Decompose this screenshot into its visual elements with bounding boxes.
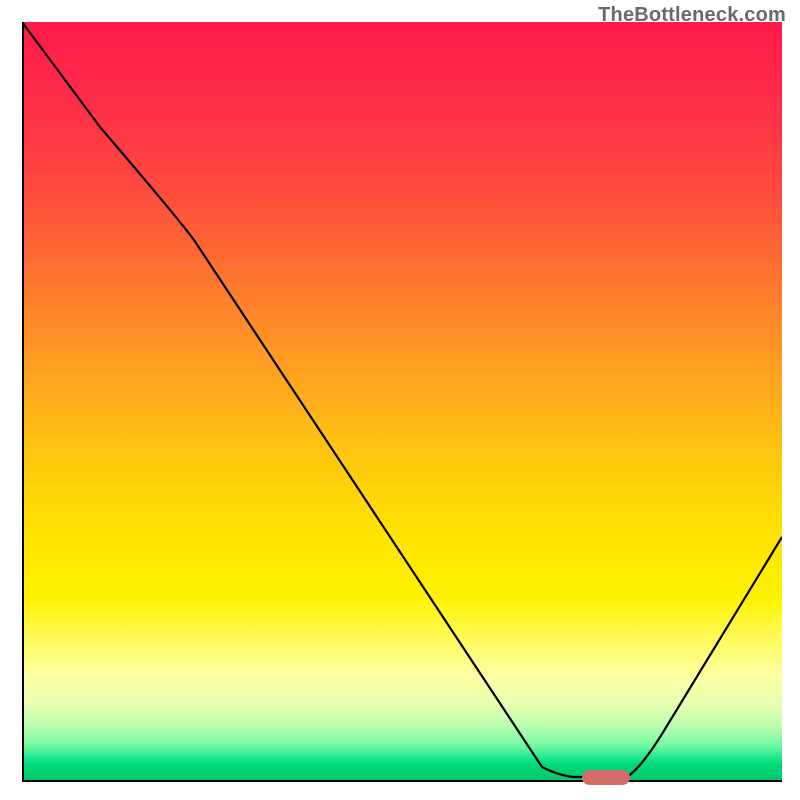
plot-gradient-area — [22, 22, 782, 782]
optimal-range-marker — [582, 770, 630, 785]
chart-container: TheBottleneck.com — [0, 0, 800, 800]
